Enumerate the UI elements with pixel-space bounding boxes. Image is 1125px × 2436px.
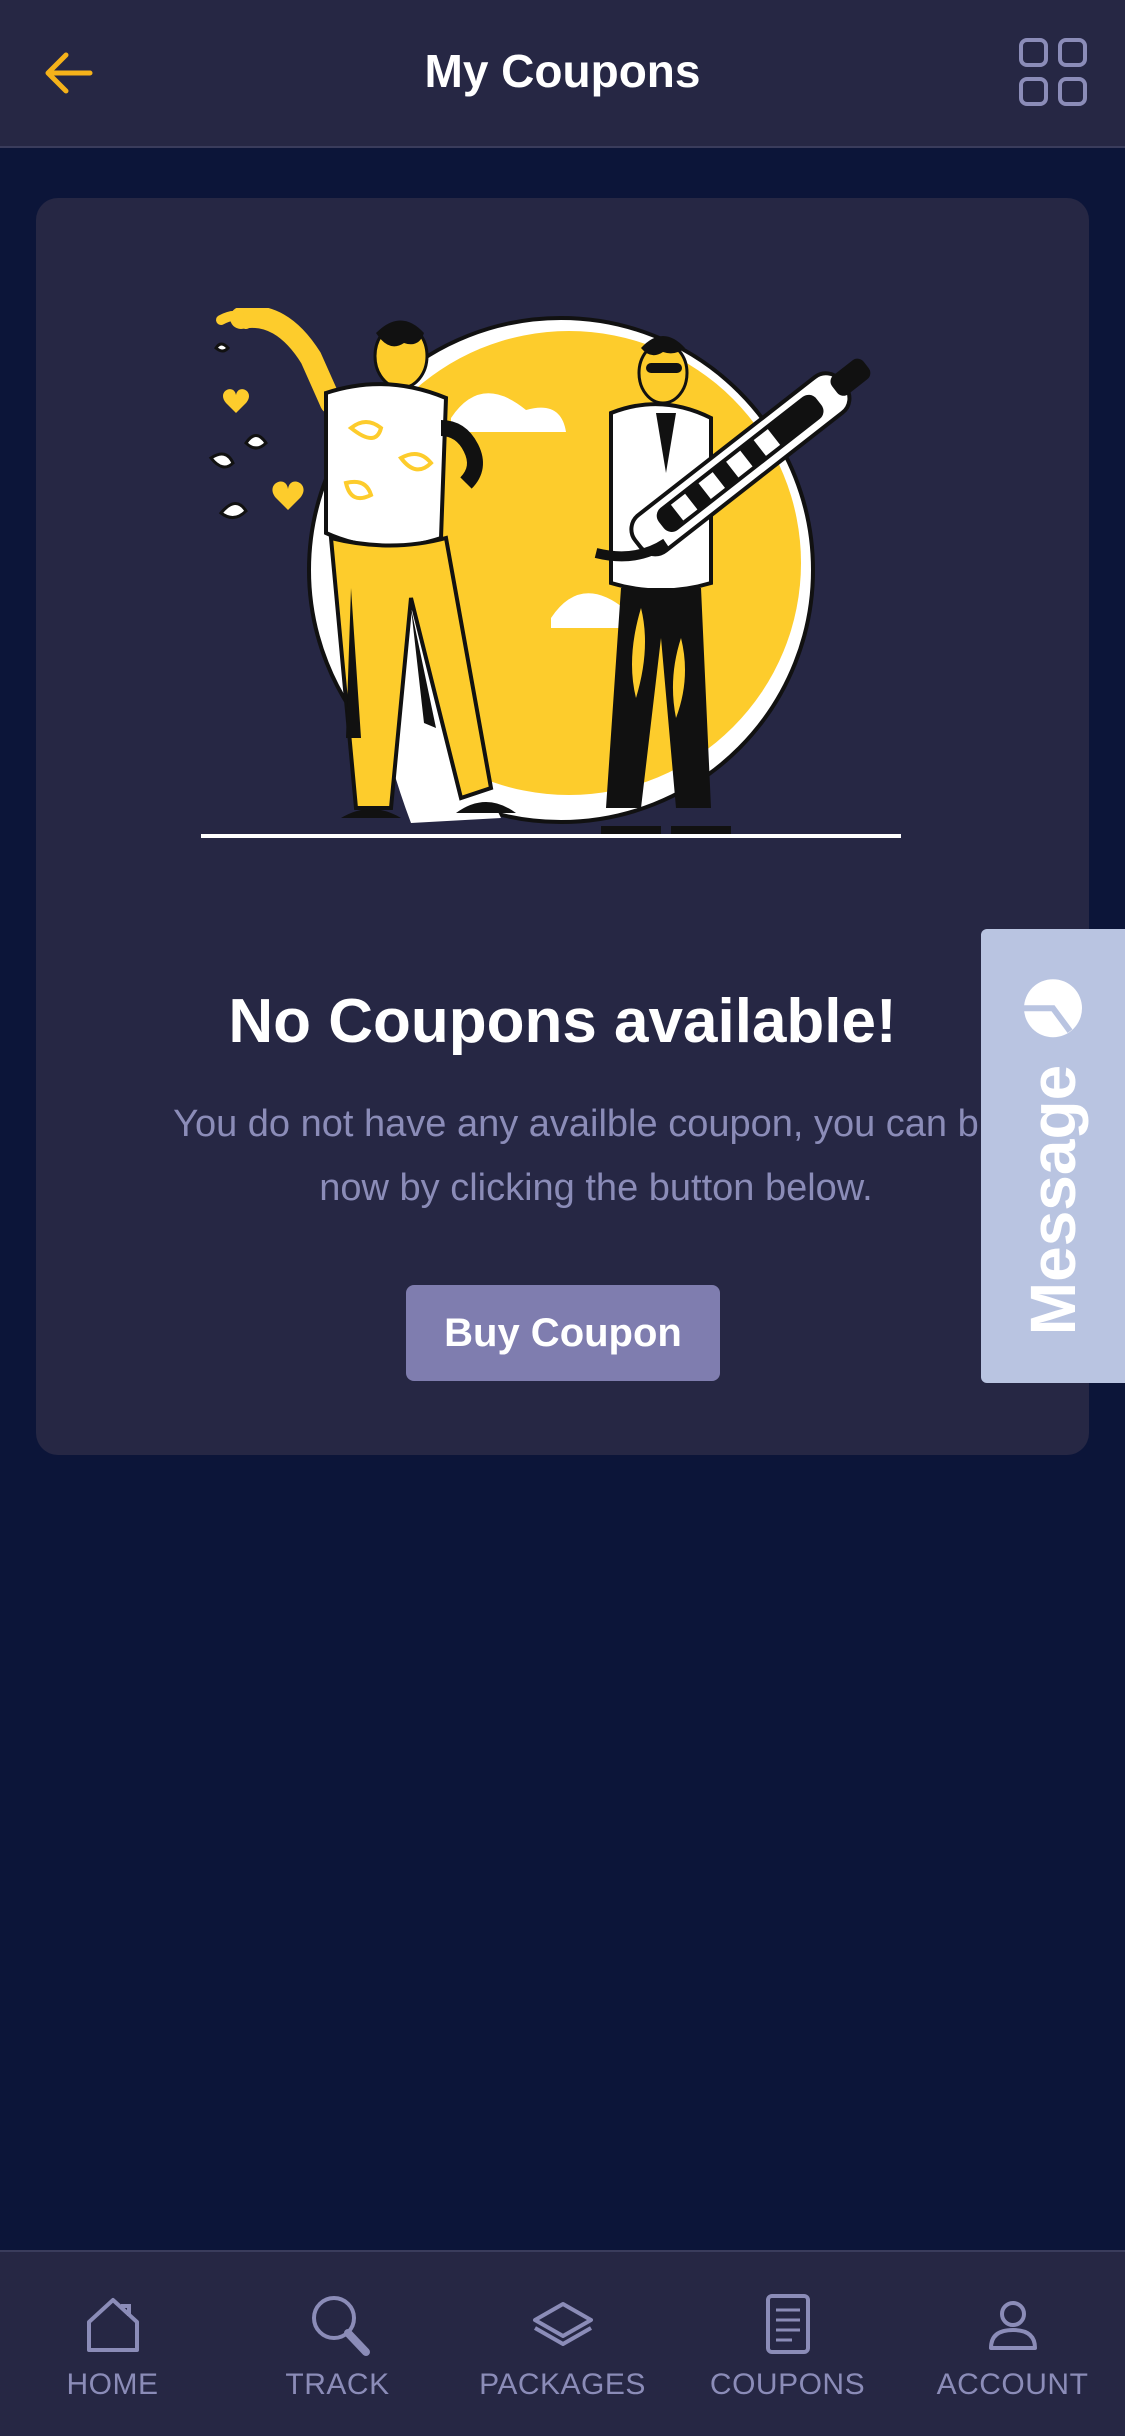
empty-state-description-line1: You do not have any availble coupon, you… — [173, 1103, 1019, 1145]
message-label: Message — [1017, 1064, 1089, 1336]
nav-item-home[interactable]: HOME — [0, 2290, 225, 2410]
nav-label-home: HOME — [66, 2368, 159, 2401]
nav-item-coupons[interactable]: COUPONS — [675, 2290, 900, 2410]
empty-state-description: You do not have any availble coupon, you… — [96, 1092, 1089, 1220]
nav-label-account: ACCOUNT — [936, 2368, 1089, 2401]
message-tab[interactable]: Message — [981, 929, 1125, 1383]
buy-coupon-button[interactable]: Buy Coupon — [406, 1285, 720, 1381]
app-root: My Coupons No Coupons available! You do … — [0, 0, 1125, 2436]
empty-state-description-line2: now by clicking the button below. — [319, 1167, 873, 1209]
page-title: My Coupons — [424, 45, 701, 97]
nav-label-packages: PACKAGES — [479, 2368, 646, 2401]
document-icon — [765, 2294, 810, 2354]
nav-item-track[interactable]: TRACK — [225, 2290, 450, 2410]
empty-state-card: No Coupons available! You do not have an… — [36, 198, 1089, 1455]
nav-label-track: TRACK — [285, 2368, 390, 2401]
bottom-navigation: HOME TRACK PACKAGES COUPONS ACCOUNT — [0, 2250, 1125, 2436]
grid-icon[interactable] — [1017, 36, 1089, 108]
nav-label-coupons: COUPONS — [709, 2368, 866, 2401]
user-icon — [988, 2301, 1037, 2350]
empty-state-title: No Coupons available! — [228, 987, 897, 1056]
layers-icon — [532, 2302, 593, 2346]
nav-item-account[interactable]: ACCOUNT — [900, 2290, 1125, 2410]
top-app-bar: My Coupons — [0, 0, 1125, 148]
search-icon — [311, 2296, 370, 2356]
people-celebrating-illustration — [201, 308, 901, 838]
nav-item-packages[interactable]: PACKAGES — [450, 2290, 675, 2410]
chat-bubble-icon — [1024, 978, 1082, 1037]
message-tab-content: Message — [1016, 977, 1090, 1335]
home-icon — [86, 2298, 139, 2352]
